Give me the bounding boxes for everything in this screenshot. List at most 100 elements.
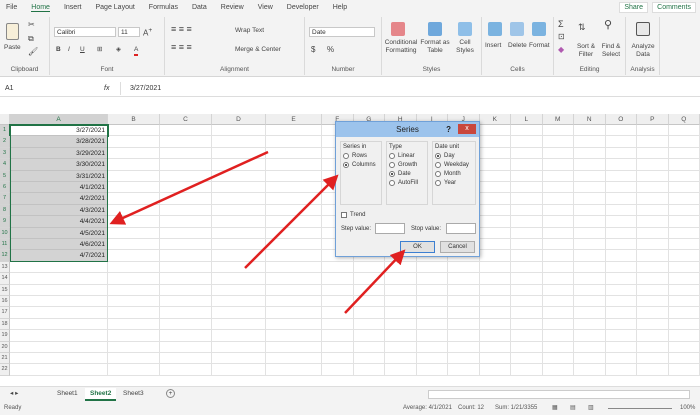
column-header-N[interactable]: N (574, 114, 606, 125)
row-header[interactable]: 3 (0, 147, 10, 160)
help-icon[interactable]: ? (446, 122, 451, 137)
delete-button[interactable]: Delete (508, 42, 527, 50)
horizontal-scrollbar[interactable] (428, 390, 690, 399)
currency-button[interactable]: $ (311, 46, 315, 54)
format-button[interactable]: Format (529, 42, 550, 50)
italic-button[interactable]: I (68, 46, 70, 54)
row-header[interactable]: 2 (0, 136, 10, 148)
tab-file[interactable]: File (6, 4, 17, 11)
row-header[interactable]: 10 (0, 227, 10, 239)
row-header[interactable]: 20 (0, 341, 10, 353)
paste-button[interactable]: Paste (4, 44, 21, 52)
radio-day[interactable]: Day (435, 153, 473, 159)
row-header[interactable]: 15 (0, 284, 10, 296)
row-header[interactable]: 21 (0, 353, 10, 365)
paste-icon[interactable] (6, 23, 19, 40)
sheet-tab-1[interactable]: Sheet1 (52, 388, 83, 399)
row-header[interactable]: 6 (0, 182, 10, 194)
column-header-D[interactable]: D (212, 114, 266, 125)
tab-formulas[interactable]: Formulas (149, 4, 178, 11)
delete-cells-icon[interactable] (510, 22, 524, 36)
add-sheet-button[interactable]: + (166, 389, 175, 398)
tab-home[interactable]: Home (31, 4, 50, 12)
fill-icon[interactable]: ⊡ (558, 33, 565, 41)
column-header-C[interactable]: C (160, 114, 212, 125)
underline-button[interactable]: U (80, 46, 85, 54)
find-select-button[interactable]: Find & Select (598, 43, 624, 59)
align-left-icon[interactable]: ≡ ≡ ≡ (171, 43, 192, 52)
sort-filter-button[interactable]: Sort & Filter (574, 43, 598, 59)
ok-button[interactable]: OK (400, 241, 435, 253)
wrap-text-button[interactable]: Wrap Text (235, 27, 264, 35)
row-header[interactable]: 11 (0, 239, 10, 251)
tab-data[interactable]: Data (192, 4, 207, 11)
row-header[interactable]: 16 (0, 296, 10, 308)
clear-icon[interactable]: ◆ (558, 46, 564, 54)
sort-filter-icon[interactable]: ⇅ (578, 23, 586, 32)
row-header[interactable]: 14 (0, 273, 10, 285)
column-header-L[interactable]: L (511, 114, 543, 125)
row-header[interactable]: 1 (0, 125, 10, 137)
font-size-select[interactable]: 11 (118, 27, 140, 37)
cut-icon[interactable]: ✂ (28, 21, 35, 29)
comments-button[interactable]: Comments (652, 2, 696, 13)
column-header-Q[interactable]: Q (668, 114, 700, 125)
tab-review[interactable]: Review (221, 4, 244, 11)
row-header[interactable]: 9 (0, 216, 10, 228)
row-header[interactable]: 12 (0, 250, 10, 262)
share-button[interactable]: Share (619, 2, 648, 13)
tab-page-layout[interactable]: Page Layout (95, 4, 134, 11)
cancel-button[interactable]: Cancel (440, 241, 475, 253)
row-header[interactable]: 18 (0, 318, 10, 331)
sheet-tab-2[interactable]: Sheet2 (85, 388, 117, 401)
find-icon[interactable]: ⚲ (604, 20, 612, 31)
number-format-select[interactable]: Date (309, 27, 375, 37)
row-header[interactable]: 7 (0, 193, 10, 205)
radio-autofill[interactable]: AutoFill (389, 180, 425, 186)
increase-font-icon[interactable]: A+ (143, 27, 152, 38)
column-header-P[interactable]: P (637, 114, 669, 125)
sheet-tab-3[interactable]: Sheet3 (118, 388, 149, 399)
format-painter-icon[interactable]: 🖌 (28, 48, 38, 56)
column-header-B[interactable]: B (108, 114, 160, 125)
autosum-icon[interactable]: Σ (558, 20, 564, 29)
fx-icon[interactable]: fx (104, 82, 109, 95)
row-header[interactable]: 5 (0, 170, 10, 182)
column-header-O[interactable]: O (605, 114, 637, 125)
merge-center-button[interactable]: Merge & Center (235, 46, 281, 54)
copy-icon[interactable]: ⧉ (28, 35, 34, 43)
analyze-data-button[interactable]: Analyze Data (629, 43, 657, 59)
insert-cells-icon[interactable] (488, 22, 502, 36)
borders-icon[interactable]: ⊞ (97, 46, 102, 54)
align-top-icon[interactable]: ≡ ≡ ≡ (171, 25, 192, 34)
formula-input[interactable]: 3/27/2021 (130, 82, 161, 95)
stop-value-input[interactable] (446, 223, 476, 234)
radio-columns[interactable]: Columns (343, 162, 379, 168)
row-header[interactable]: 8 (0, 204, 10, 217)
radio-growth[interactable]: Growth (389, 162, 425, 168)
radio-date[interactable]: Date (389, 171, 425, 177)
row-header[interactable]: 13 (0, 261, 10, 274)
row-header[interactable]: 22 (0, 364, 10, 376)
row-header[interactable]: 19 (0, 330, 10, 342)
trend-checkbox[interactable]: Trend (341, 212, 365, 218)
column-header-A[interactable]: A (10, 114, 108, 125)
tab-developer[interactable]: Developer (287, 4, 319, 11)
page-layout-icon[interactable]: ▤ (570, 402, 576, 415)
select-all-corner[interactable] (0, 114, 10, 125)
normal-view-icon[interactable]: ▦ (552, 402, 558, 415)
tab-view[interactable]: View (258, 4, 273, 11)
radio-linear[interactable]: Linear (389, 153, 425, 159)
conditional-formatting-icon[interactable] (391, 22, 405, 36)
tab-insert[interactable]: Insert (64, 4, 82, 11)
column-header-K[interactable]: K (479, 114, 511, 125)
analyze-data-icon[interactable] (636, 22, 650, 36)
scroll-left-icon[interactable]: ◂ ▸ (10, 390, 18, 398)
fill-color-icon[interactable]: ◈ (116, 46, 121, 54)
font-name-select[interactable]: Calibri (54, 27, 116, 37)
radio-weekday[interactable]: Weekday (435, 162, 473, 168)
row-header[interactable]: 17 (0, 307, 10, 319)
step-value-input[interactable] (375, 223, 405, 234)
column-header-E[interactable]: E (266, 114, 322, 125)
page-break-icon[interactable]: ▥ (588, 402, 594, 415)
